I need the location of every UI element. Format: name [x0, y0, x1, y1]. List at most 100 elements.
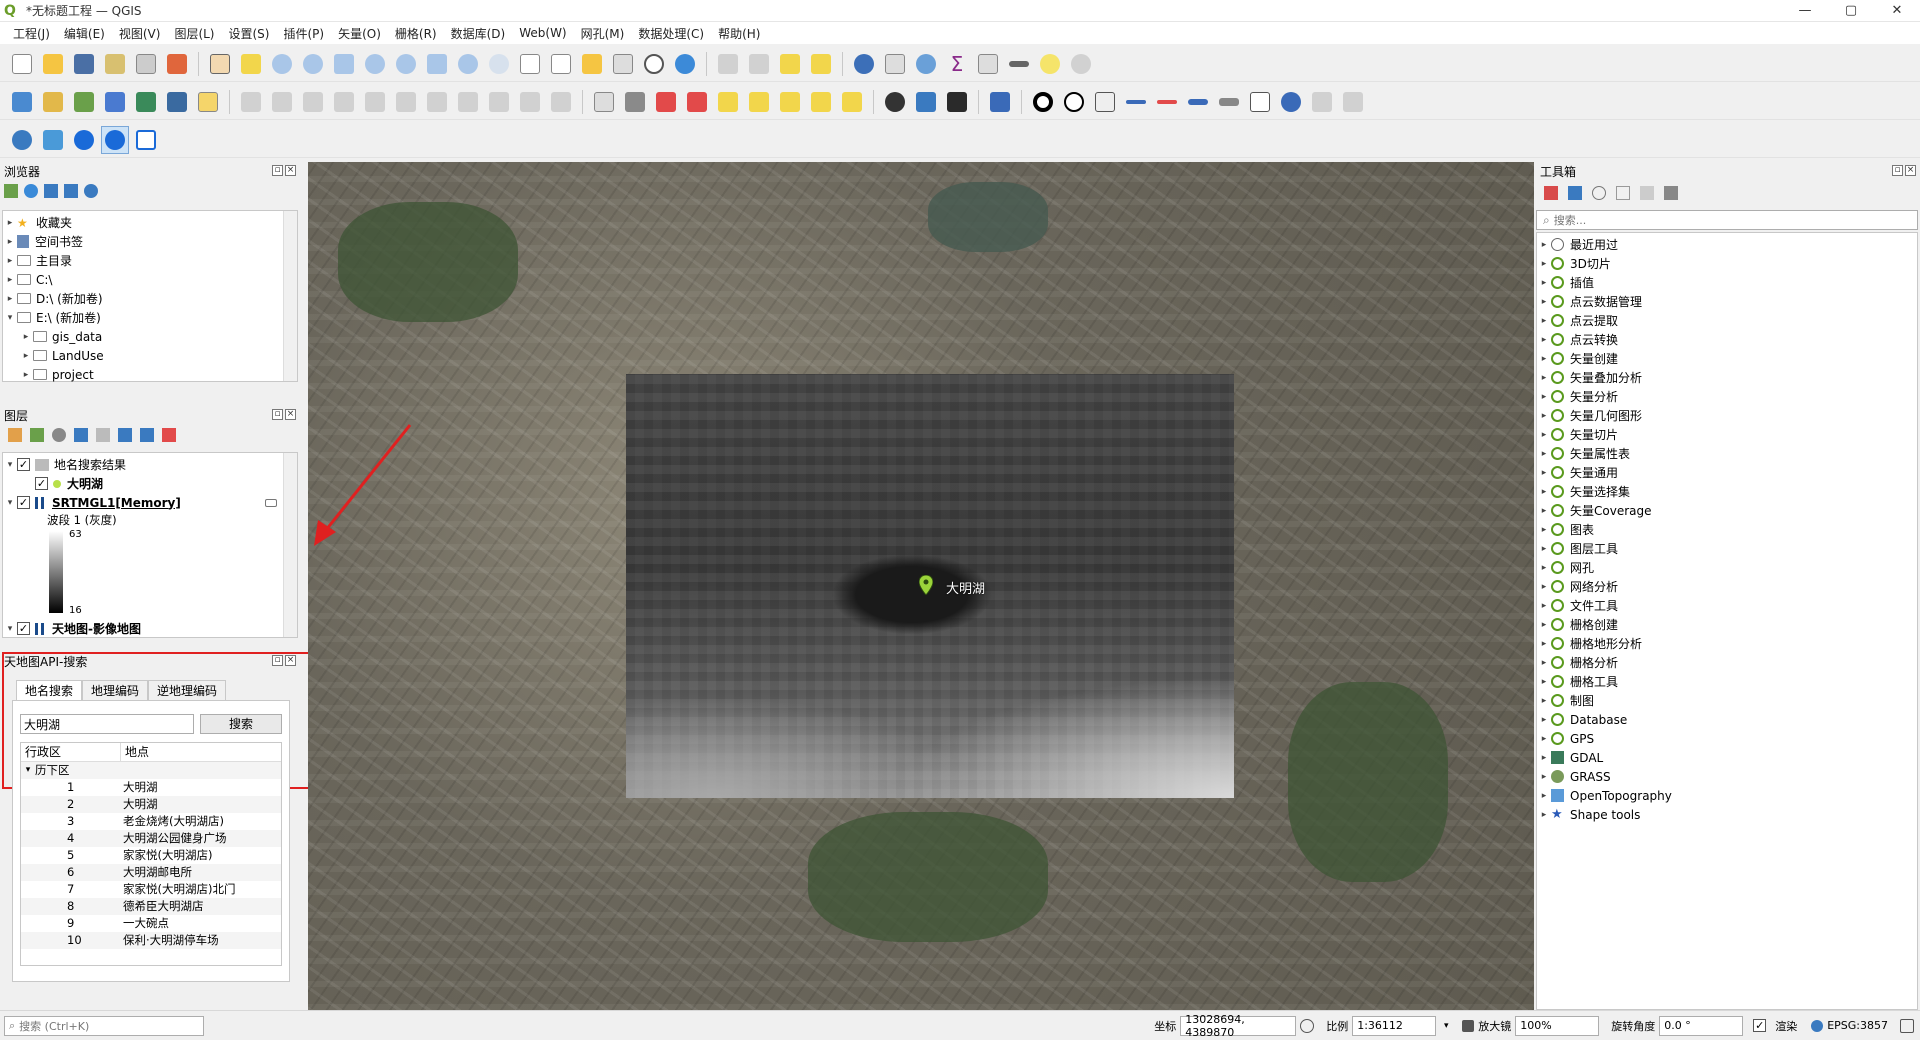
- expand-arrow-icon[interactable]: ▸: [19, 370, 33, 380]
- toolbox-group[interactable]: ▸ 矢量通用: [1537, 463, 1917, 482]
- toolbox-group[interactable]: ▸ Database: [1537, 710, 1917, 729]
- messages-icon[interactable]: [1900, 1018, 1914, 1033]
- add-selected-icon[interactable]: [4, 184, 18, 198]
- zoom-next-button[interactable]: [485, 50, 513, 78]
- attribute-table-button[interactable]: [881, 50, 909, 78]
- crs-globe-icon[interactable]: [1811, 1019, 1824, 1032]
- toolbox-group[interactable]: ▸ ★ Shape tools: [1537, 805, 1917, 824]
- filter-expr-icon[interactable]: [96, 428, 110, 442]
- expand-arrow-icon[interactable]: ▸: [1537, 810, 1551, 820]
- expand-arrow-icon[interactable]: ▾: [3, 498, 17, 508]
- layer-checkbox[interactable]: ✓: [17, 622, 30, 635]
- toolbox-group[interactable]: ▸ 矢量分析: [1537, 387, 1917, 406]
- add-group-icon[interactable]: [30, 428, 44, 442]
- toolbox-group[interactable]: ▸ 矢量叠加分析: [1537, 368, 1917, 387]
- menu-layer[interactable]: 图层(L): [167, 25, 221, 42]
- search-tool-button[interactable]: [101, 125, 129, 154]
- digitize-button[interactable]: [101, 88, 129, 116]
- layers-scrollbar[interactable]: [283, 453, 297, 637]
- save-project-button[interactable]: [70, 50, 98, 78]
- xy-tool-button[interactable]: [1091, 88, 1119, 116]
- float-icon[interactable]: ▫: [272, 165, 283, 176]
- show-bookmarks-button[interactable]: [609, 50, 637, 78]
- new-bookmark-button[interactable]: [578, 50, 606, 78]
- expand-arrow-icon[interactable]: ▸: [1537, 715, 1551, 725]
- expand-arrow-icon[interactable]: ▸: [1537, 544, 1551, 554]
- expand-arrow-icon[interactable]: ▸: [1537, 259, 1551, 269]
- pan-to-selection-button[interactable]: [237, 50, 265, 78]
- circle-tool-button[interactable]: [1029, 88, 1057, 116]
- close-icon[interactable]: ×: [285, 655, 296, 666]
- model-designer-button[interactable]: [943, 88, 971, 116]
- zoom-selection-button[interactable]: [361, 50, 389, 78]
- select-location-button[interactable]: [807, 50, 835, 78]
- field-calculator-button[interactable]: [974, 50, 1002, 78]
- collapse-all-icon[interactable]: [64, 184, 78, 198]
- expand-arrow-icon[interactable]: ▸: [1537, 411, 1551, 421]
- toolbox-group[interactable]: ▸ 矢量选择集: [1537, 482, 1917, 501]
- expand-arrow-icon[interactable]: ▸: [1537, 772, 1551, 782]
- place-search-input[interactable]: [20, 714, 194, 734]
- layer-checkbox[interactable]: ✓: [17, 458, 30, 471]
- menu-help[interactable]: 帮助(H): [711, 25, 767, 42]
- results-group-row[interactable]: ▾ 历下区: [21, 762, 281, 779]
- open-project-button[interactable]: [39, 50, 67, 78]
- toolbox-group[interactable]: ▸ 栅格工具: [1537, 672, 1917, 691]
- options-icon[interactable]: [1664, 186, 1678, 200]
- globe-button[interactable]: [8, 126, 36, 154]
- browser-item[interactable]: ▸ 空间书签: [3, 232, 297, 251]
- toolbox-group[interactable]: ▸ 矢量创建: [1537, 349, 1917, 368]
- plugin-button[interactable]: [881, 88, 909, 116]
- locator-search[interactable]: ⌕ 搜索 (Ctrl+K): [4, 1015, 204, 1036]
- toolbox-group[interactable]: ▸ 3D切片: [1537, 254, 1917, 273]
- float-icon[interactable]: ▫: [1892, 165, 1903, 176]
- menu-vector[interactable]: 矢量(O): [331, 25, 388, 42]
- toolbox-group[interactable]: ▸ 文件工具: [1537, 596, 1917, 615]
- expand-arrow-icon[interactable]: ▸: [1537, 696, 1551, 706]
- coord-field[interactable]: 13028694, 4389870: [1180, 1013, 1297, 1039]
- expand-arrow-icon[interactable]: ▸: [3, 275, 17, 285]
- refresh-button[interactable]: [671, 50, 699, 78]
- expand-arrow-icon[interactable]: ▸: [1537, 278, 1551, 288]
- collapse-icon[interactable]: [140, 428, 154, 442]
- new-project-button[interactable]: [8, 50, 36, 78]
- move-label-button[interactable]: [776, 88, 804, 116]
- statistics-button[interactable]: Σ: [943, 50, 971, 78]
- expand-arrow-icon[interactable]: ▸: [19, 332, 33, 342]
- toolbox-group[interactable]: ▸ GDAL: [1537, 748, 1917, 767]
- menu-edit[interactable]: 编辑(E): [57, 25, 112, 42]
- expand-arrow-icon[interactable]: ▸: [1537, 658, 1551, 668]
- paste-button[interactable]: [485, 88, 513, 116]
- locate-button[interactable]: [1067, 50, 1095, 78]
- edit-pencil-button[interactable]: [237, 88, 265, 116]
- modify-attributes-button[interactable]: [361, 88, 389, 116]
- expand-arrow-icon[interactable]: ▸: [1537, 430, 1551, 440]
- result-row[interactable]: 2 大明湖: [21, 796, 281, 813]
- toolbox-group[interactable]: ▸ 点云提取: [1537, 311, 1917, 330]
- models-icon[interactable]: [1544, 186, 1558, 200]
- fullscreen-button[interactable]: [132, 126, 160, 154]
- map-tips-button[interactable]: [1036, 50, 1064, 78]
- zoom-layer-button[interactable]: [392, 50, 420, 78]
- expand-arrow-icon[interactable]: ▸: [1537, 506, 1551, 516]
- toolbox-group[interactable]: ▸ 矢量Coverage: [1537, 501, 1917, 520]
- render-checkbox[interactable]: ✓: [1753, 1019, 1767, 1032]
- magnifier-field[interactable]: 100%: [1515, 1015, 1600, 1036]
- expand-arrow-icon[interactable]: ▸: [1537, 487, 1551, 497]
- expand-arrow-icon[interactable]: ▸: [1537, 734, 1551, 744]
- toolbox-group[interactable]: ▸ 栅格地形分析: [1537, 634, 1917, 653]
- tool-a-button[interactable]: [1308, 88, 1336, 116]
- expand-arrow-icon[interactable]: ▾: [3, 624, 17, 634]
- processing-settings-button[interactable]: [912, 50, 940, 78]
- toolbox-group[interactable]: ▸ 网孔: [1537, 558, 1917, 577]
- browser-item[interactable]: ▸ D:\ (新加卷): [3, 289, 297, 308]
- browser-scrollbar[interactable]: [283, 211, 297, 381]
- expand-arrow-icon[interactable]: ▸: [1537, 639, 1551, 649]
- select-features-button[interactable]: [714, 50, 742, 78]
- menu-project[interactable]: 工程(J): [6, 25, 57, 42]
- expand-arrow-icon[interactable]: ▾: [3, 460, 17, 470]
- menu-plugins[interactable]: 插件(P): [276, 25, 331, 42]
- toolbox-group[interactable]: ▸ 点云转换: [1537, 330, 1917, 349]
- toolbox-group[interactable]: ▸ 最近用过: [1537, 235, 1917, 254]
- layer-row-daminghu[interactable]: ✓ 大明湖: [3, 474, 297, 493]
